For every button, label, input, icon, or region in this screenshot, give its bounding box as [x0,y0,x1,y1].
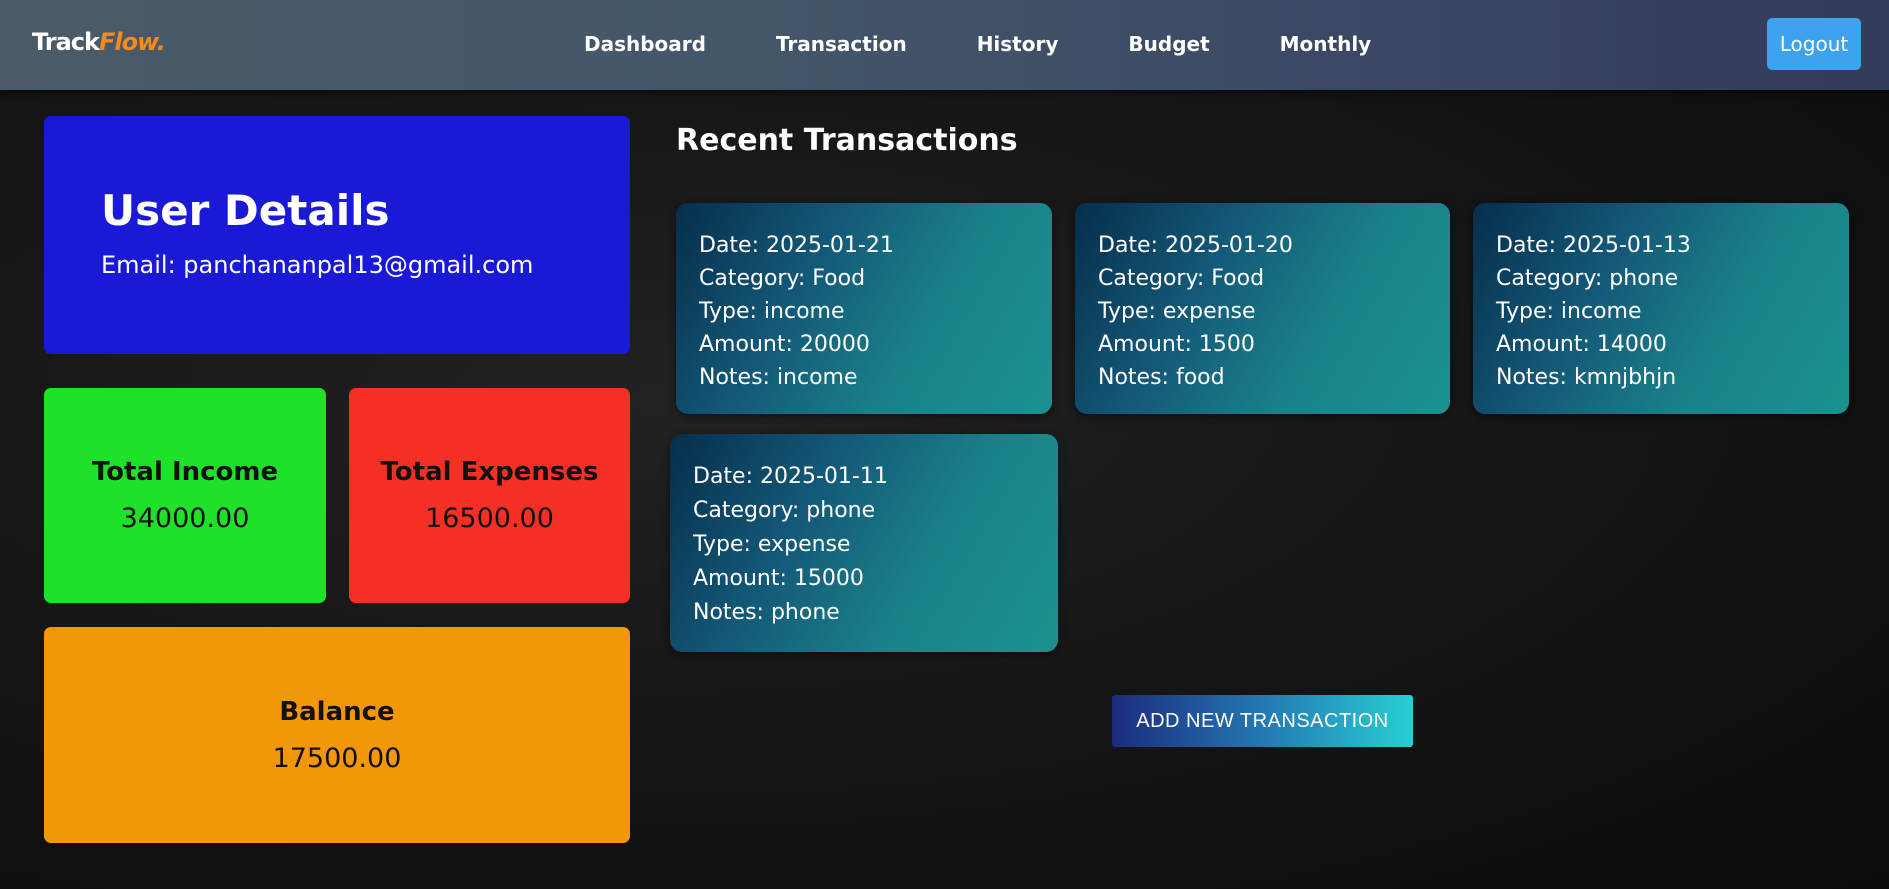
transaction-amount: Amount: 14000 [1496,332,1667,357]
transaction-type: Type: income [699,299,845,324]
nav-link-budget[interactable]: Budget [1128,32,1209,56]
total-expenses-value: 16500.00 [425,503,554,534]
user-details-title: User Details [101,186,390,235]
transaction-category: Category: phone [693,498,876,523]
transaction-notes: Notes: income [699,365,858,390]
total-expenses-label: Total Expenses [380,457,599,487]
total-income-label: Total Income [91,457,279,487]
app-logo[interactable]: TrackFlow. [32,28,166,56]
nav-link-dashboard[interactable]: Dashboard [584,32,706,56]
top-navbar: TrackFlow. Dashboard Transaction History… [0,0,1889,90]
nav-link-history[interactable]: History [977,32,1059,56]
balance-label: Balance [279,696,395,727]
transaction-card: Date: 2025-01-11 Category: phone Type: e… [670,434,1058,652]
total-expenses-card: Total Expenses 16500.00 [349,388,630,603]
transaction-type: Type: expense [1098,299,1256,324]
transaction-date: Date: 2025-01-21 [699,233,894,258]
total-income-value: 34000.00 [120,503,250,534]
nav-link-transaction[interactable]: Transaction [776,32,907,56]
main-nav: Dashboard Transaction History Budget Mon… [584,32,1371,56]
transaction-amount: Amount: 15000 [693,566,864,591]
balance-value: 17500.00 [272,742,402,774]
transaction-type: Type: expense [693,532,851,557]
transaction-notes: Notes: kmnjbhjn [1496,365,1677,390]
transaction-category: Category: Food [699,266,866,291]
transaction-amount: Amount: 20000 [699,332,870,357]
transaction-category: Category: phone [1496,266,1679,291]
transaction-notes: Notes: food [1098,365,1225,390]
logo-text-track: Track [32,28,100,56]
transaction-amount: Amount: 1500 [1098,332,1255,357]
user-email: Email: panchananpal13@gmail.com [101,251,534,279]
transaction-type: Type: income [1496,299,1642,324]
transaction-card: Date: 2025-01-20 Category: Food Type: ex… [1075,203,1450,414]
total-income-card: Total Income 34000.00 [44,388,326,603]
add-new-transaction-button[interactable]: ADD NEW TRANSACTION [1112,695,1413,747]
user-details-card: User Details Email: panchananpal13@gmail… [44,116,630,354]
transaction-category: Category: Food [1098,266,1265,291]
transaction-date: Date: 2025-01-11 [693,464,888,489]
nav-link-monthly[interactable]: Monthly [1280,32,1372,56]
logout-button[interactable]: Logout [1767,18,1861,70]
recent-transactions-title: Recent Transactions [676,123,1018,158]
balance-card: Balance 17500.00 [44,627,630,843]
transaction-card: Date: 2025-01-21 Category: Food Type: in… [676,203,1052,414]
transaction-date: Date: 2025-01-20 [1098,233,1293,258]
transaction-notes: Notes: phone [693,600,840,625]
transaction-date: Date: 2025-01-13 [1496,233,1691,258]
transaction-card: Date: 2025-01-13 Category: phone Type: i… [1473,203,1849,414]
logo-text-flow: Flow. [98,28,166,56]
